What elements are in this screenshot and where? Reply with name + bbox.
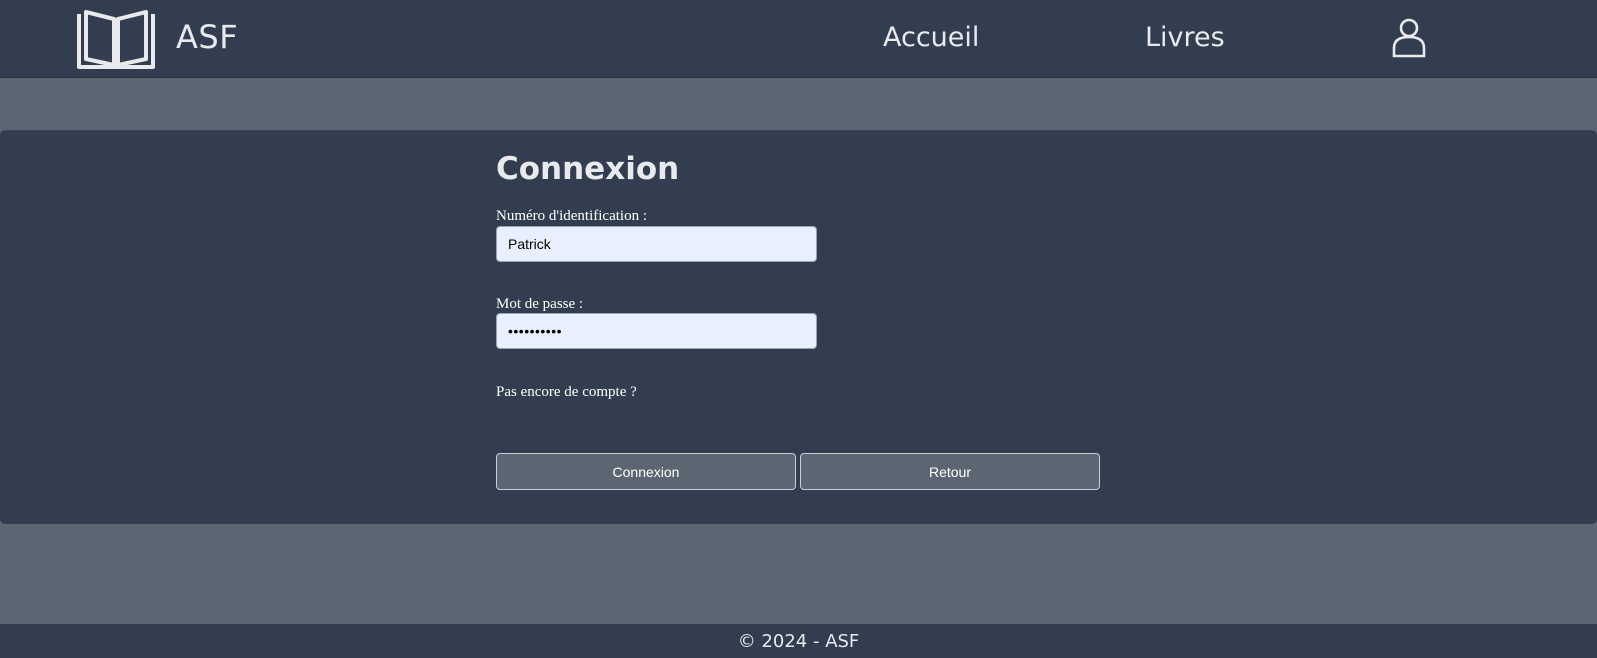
user-icon[interactable] [1392, 18, 1426, 58]
password-input[interactable]: •••••••••• [496, 313, 817, 349]
footer-copyright: © 2024 - ASF [737, 630, 860, 652]
page-title: Connexion [496, 151, 680, 187]
id-input[interactable]: Patrick [496, 226, 817, 262]
nav-home-link[interactable]: Accueil [883, 22, 979, 53]
password-field-label: Mot de passe : [496, 296, 584, 312]
nav-books-link[interactable]: Livres [1145, 22, 1225, 53]
id-field-label: Numéro d'identification : [496, 208, 647, 224]
top-navbar: ASF Accueil Livres [0, 0, 1597, 78]
footer: © 2024 - ASF [0, 624, 1597, 658]
back-button[interactable]: Retour [800, 453, 1100, 490]
open-book-icon[interactable] [76, 9, 156, 70]
login-card: Connexion Numéro d'identification : Patr… [0, 130, 1597, 524]
brand-name[interactable]: ASF [176, 18, 238, 56]
login-button[interactable]: Connexion [496, 453, 796, 490]
signup-link[interactable]: Pas encore de compte ? [496, 384, 637, 401]
